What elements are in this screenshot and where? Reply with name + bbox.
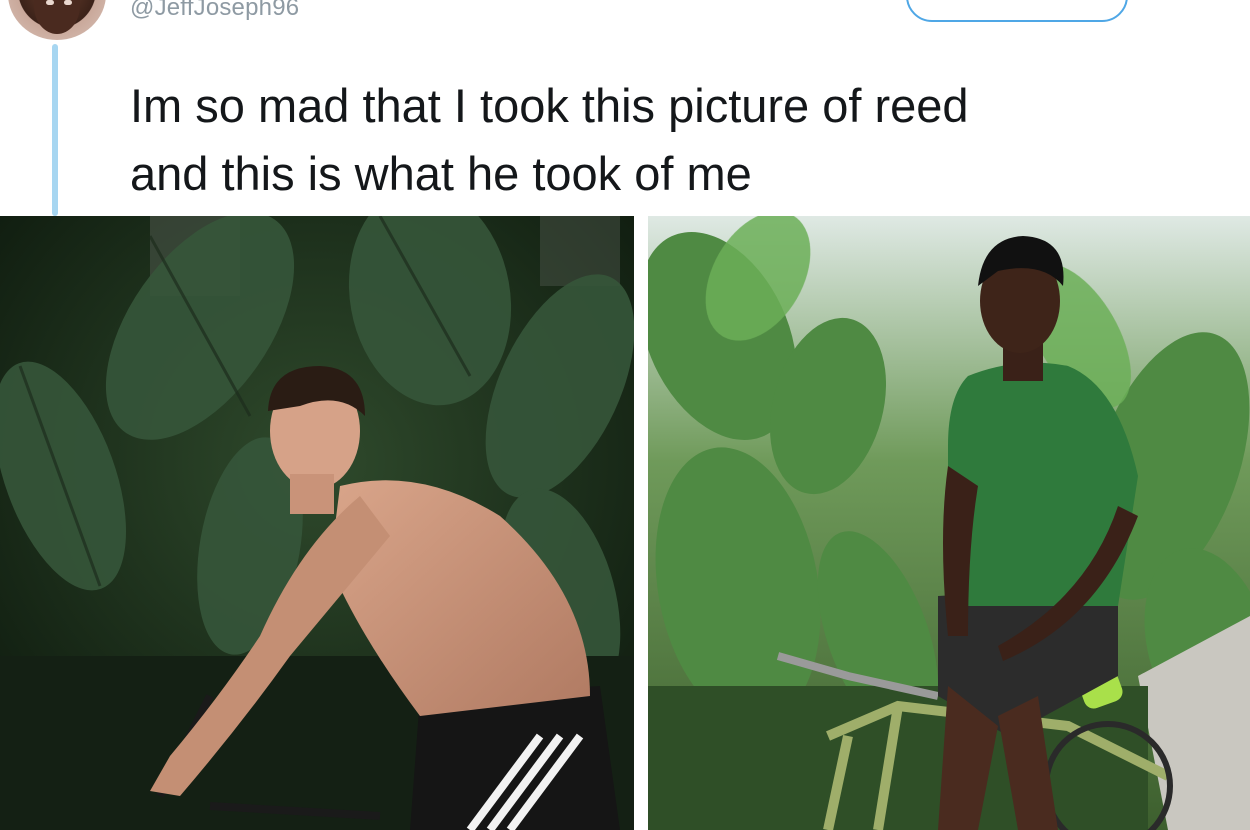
photo-right-image — [648, 216, 1250, 830]
tweet-text: Im so mad that I took this picture of re… — [130, 72, 1230, 208]
photo-left[interactable] — [0, 216, 634, 830]
avatar[interactable] — [8, 0, 106, 40]
avatar-face — [34, 0, 80, 34]
user-handle[interactable]: @JeffJoseph96 — [130, 0, 299, 22]
thread-connector — [52, 44, 58, 216]
follow-button[interactable] — [906, 0, 1128, 22]
tweet-text-line-1: Im so mad that I took this picture of re… — [130, 79, 969, 132]
avatar-eye — [46, 0, 54, 5]
avatar-eye — [64, 0, 72, 5]
tweet-text-line-2: and this is what he took of me — [130, 147, 752, 200]
photo-right[interactable] — [648, 216, 1250, 830]
photo-left-image — [0, 216, 634, 830]
